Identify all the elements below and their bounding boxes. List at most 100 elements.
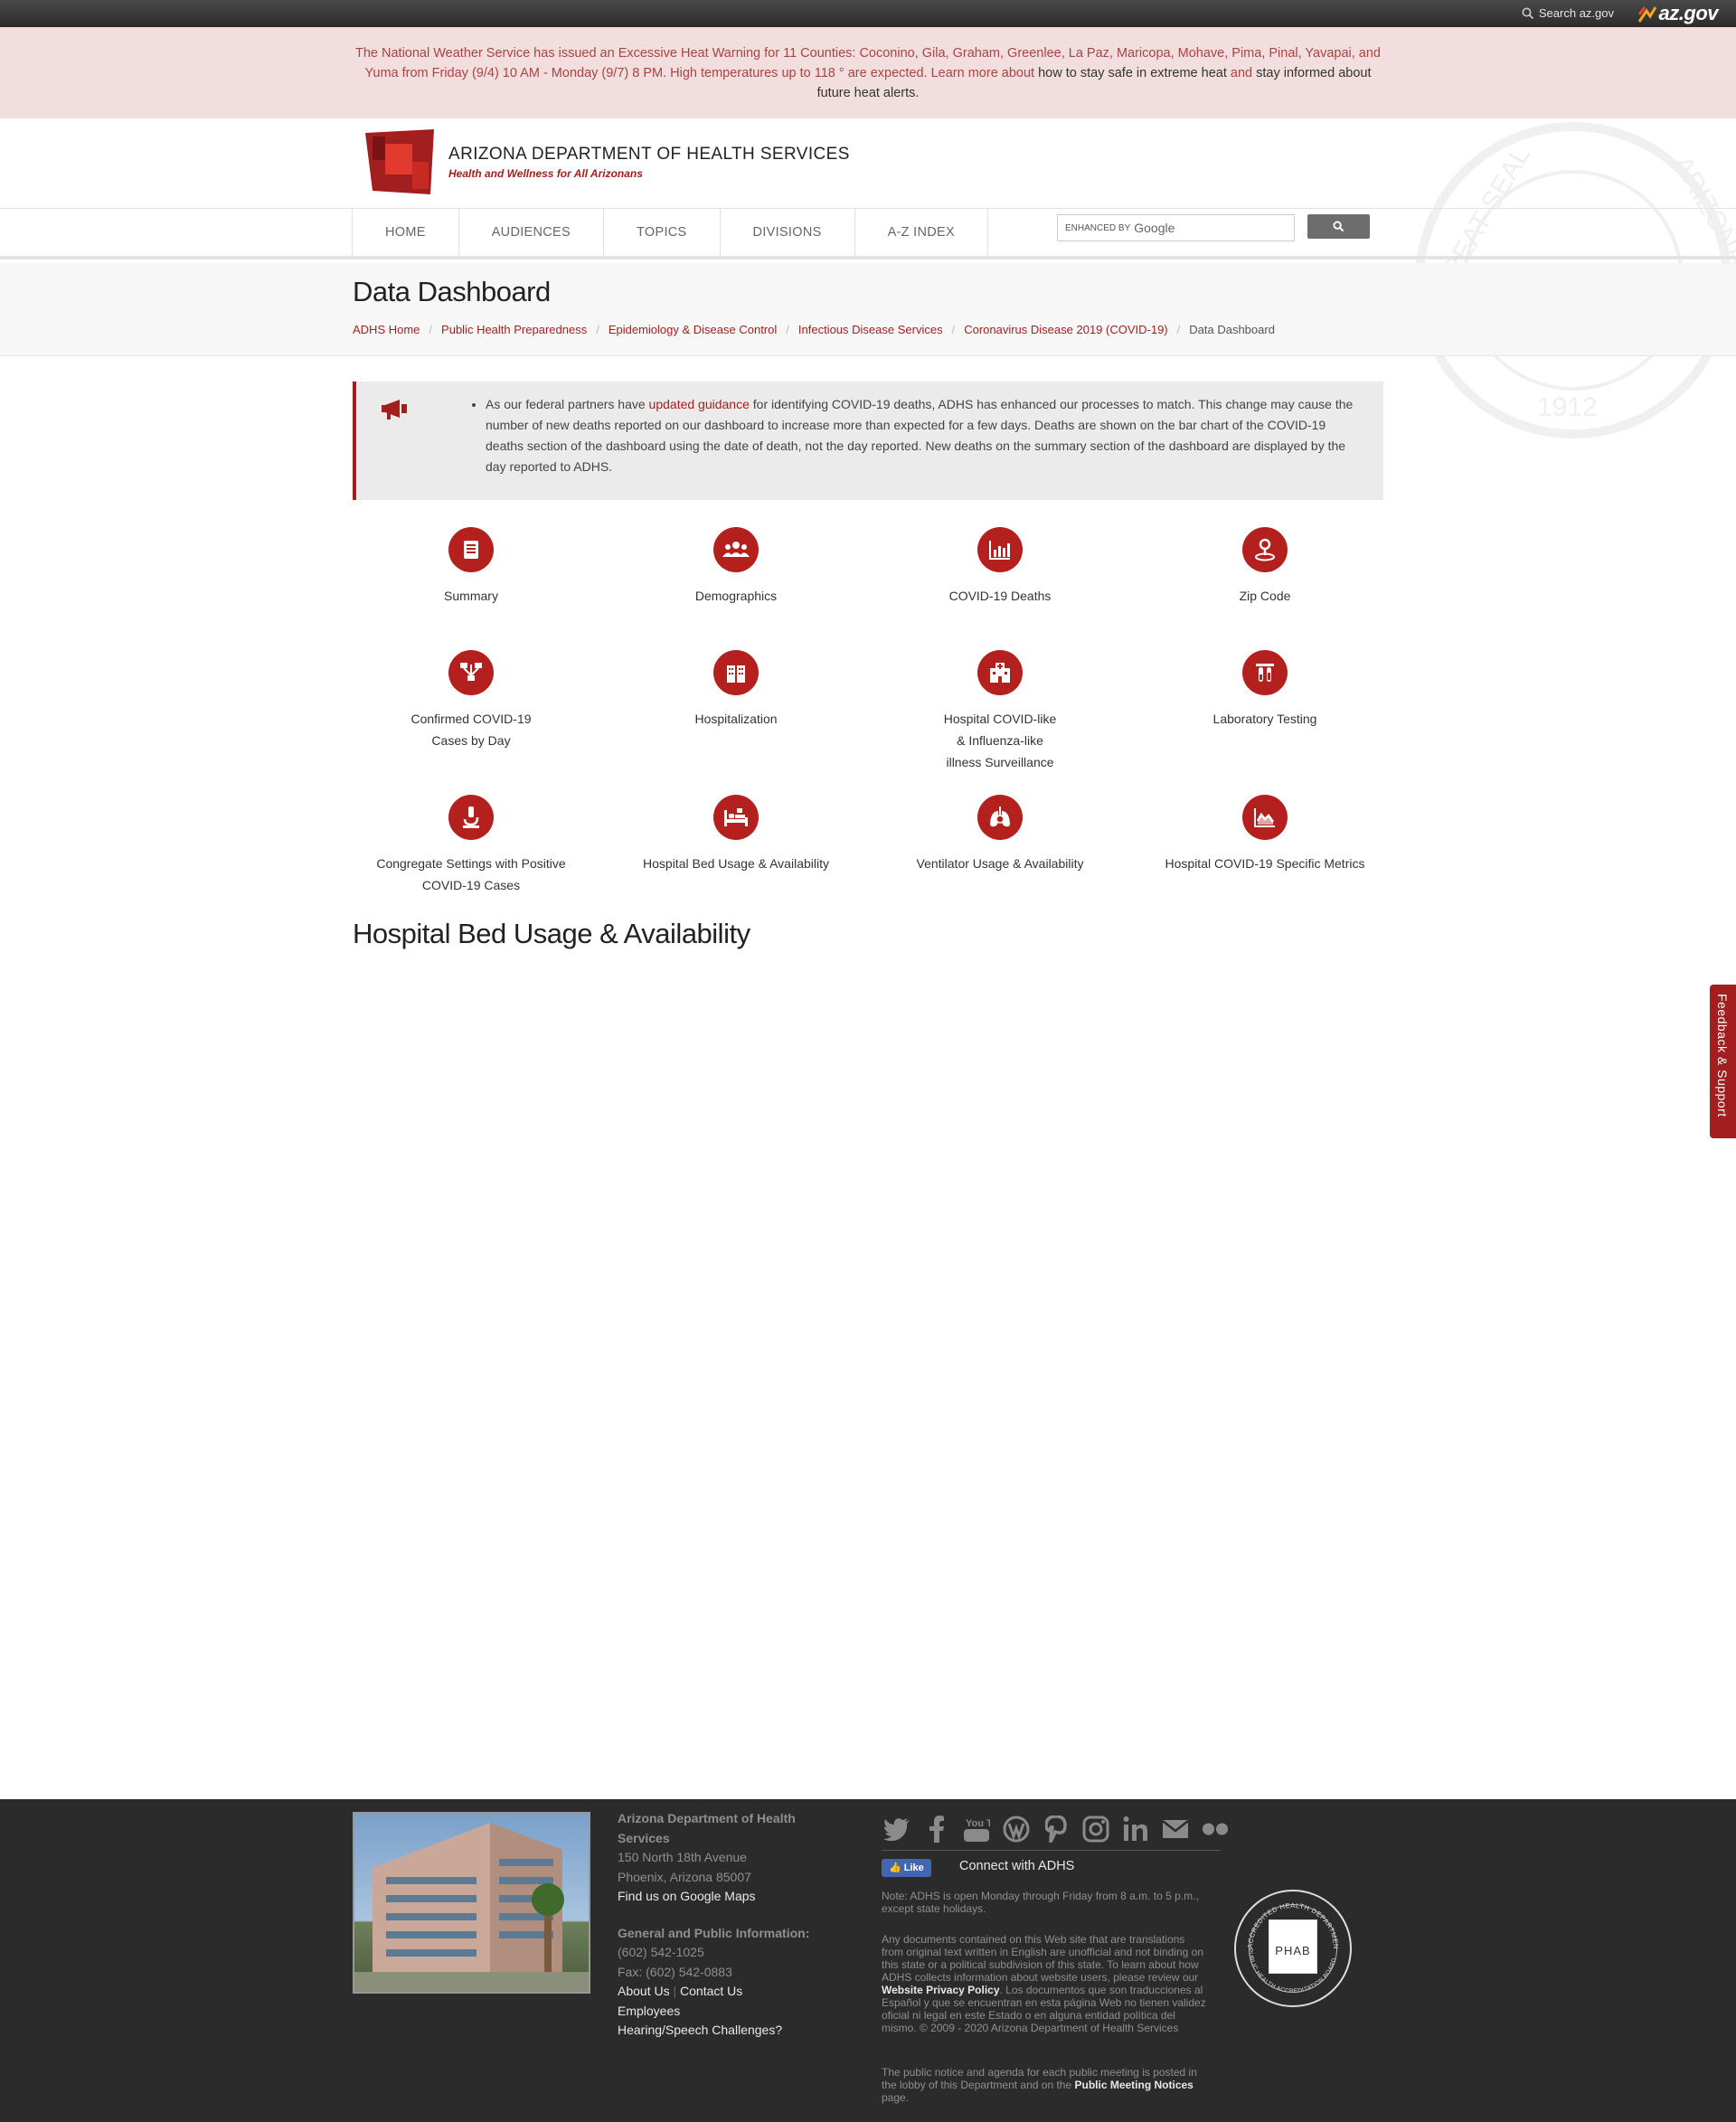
- twitter-icon[interactable]: [883, 1815, 910, 1843]
- nav-topics[interactable]: TOPICS: [604, 209, 721, 256]
- hospital-bed-icon: [713, 795, 759, 840]
- notice-text-pre: As our federal partners have: [486, 397, 646, 411]
- tile-ventilator-usage[interactable]: Ventilator Usage & Availability: [892, 795, 1109, 874]
- notice-item: As our federal partners have updated gui…: [486, 394, 1363, 477]
- tile-congregate-settings[interactable]: Congregate Settings with Positive COVID-…: [363, 795, 580, 896]
- clinic-icon: [977, 650, 1023, 695]
- pinterest-icon[interactable]: [1043, 1815, 1070, 1843]
- location-pin-icon: [1242, 527, 1288, 572]
- trend-chart-icon: [1242, 795, 1288, 840]
- tile-label: Hospital Bed Usage & Availability: [643, 856, 829, 871]
- extreme-heat-link[interactable]: how to stay safe in extreme heat: [1038, 66, 1227, 80]
- adhs-logo-mark-icon: [365, 129, 434, 194]
- footer-public-notice: The public notice and agenda for each pu…: [882, 2066, 1207, 2104]
- az-gov-logo-text: az.gov: [1658, 2, 1719, 24]
- breadcrumb-public-health-preparedness[interactable]: Public Health Preparedness: [441, 323, 587, 336]
- tile-hospital-bed-usage[interactable]: Hospital Bed Usage & Availability: [627, 795, 844, 874]
- tile-label-line-3: illness Surveillance: [946, 755, 1054, 769]
- az-gov-logo[interactable]: az.gov: [1637, 2, 1719, 25]
- tile-zip-code[interactable]: Zip Code: [1156, 527, 1373, 607]
- seal-year: 1912: [1537, 392, 1598, 422]
- nav-a-z-index[interactable]: A-Z INDEX: [855, 209, 988, 256]
- search-icon: [1333, 221, 1344, 232]
- thumbs-up-icon: 👍: [889, 1863, 901, 1873]
- adhs-logo[interactable]: ARIZONA DEPARTMENT OF HEALTH SERVICES He…: [363, 129, 850, 194]
- nav-home[interactable]: HOME: [353, 209, 459, 256]
- tile-demographics[interactable]: Demographics: [627, 527, 844, 607]
- tile-covid-deaths[interactable]: COVID-19 Deaths: [892, 527, 1109, 607]
- feedback-support-tab[interactable]: Feedback & Support: [1710, 985, 1736, 1138]
- phab-accreditation-seal[interactable]: ACCREDITED HEALTH DEPARTMENT PUBLIC HEAL…: [1234, 1890, 1352, 2007]
- hearing-speech-link[interactable]: Hearing/Speech Challenges?: [618, 2023, 782, 2037]
- tile-label-line-2: Cases by Day: [431, 733, 511, 748]
- contact-us-link[interactable]: Contact Us: [680, 1984, 742, 1998]
- breadcrumb-separator: /: [429, 323, 433, 336]
- linkedin-icon[interactable]: [1122, 1815, 1149, 1843]
- tile-summary[interactable]: Summary: [363, 527, 580, 607]
- heat-warning-alert: The National Weather Service has issued …: [0, 27, 1736, 118]
- footer-phone: (602) 542-1025: [618, 1945, 704, 1959]
- tile-hospital-specific-metrics[interactable]: Hospital COVID-19 Specific Metrics: [1156, 795, 1373, 874]
- tile-label-line-1: Hospital COVID-like: [943, 712, 1057, 726]
- employees-link[interactable]: Employees: [618, 2004, 680, 2018]
- megaphone-icon: [382, 400, 407, 420]
- tile-hospitalization[interactable]: Hospitalization: [627, 650, 844, 730]
- breadcrumb-epidemiology[interactable]: Epidemiology & Disease Control: [609, 323, 777, 336]
- nav-divisions[interactable]: DIVISIONS: [721, 209, 855, 256]
- az-search-label: Search az.gov: [1538, 6, 1614, 20]
- az-search-link[interactable]: Search az.gov: [1522, 6, 1614, 20]
- phab-logo-box: PHAB: [1269, 1919, 1317, 1974]
- tile-label: Summary: [444, 589, 498, 603]
- tile-label: Hospitalization: [694, 712, 778, 726]
- footer-hours-note: Note: ADHS is open Monday through Friday…: [882, 1890, 1199, 1915]
- tile-label-line-2: & Influenza-like: [957, 733, 1043, 748]
- facebook-icon[interactable]: [923, 1815, 950, 1843]
- about-us-link[interactable]: About Us: [618, 1984, 670, 1998]
- wordpress-icon[interactable]: [1003, 1815, 1030, 1843]
- breadcrumb-separator: /: [786, 323, 789, 336]
- youtube-icon[interactable]: You Tube: [963, 1815, 990, 1843]
- instagram-icon[interactable]: [1082, 1815, 1109, 1843]
- social-divider: [882, 1850, 1221, 1851]
- main-nav: HOME AUDIENCES TOPICS DIVISIONS A-Z INDE…: [0, 208, 1736, 259]
- tile-hospital-ili-surveillance[interactable]: Hospital COVID-like & Influenza-like ill…: [892, 650, 1109, 773]
- email-icon[interactable]: [1162, 1815, 1189, 1843]
- bar-chart-icon: [977, 527, 1023, 572]
- facebook-like-button[interactable]: 👍 Like: [882, 1859, 931, 1877]
- connect-with-adhs: Connect with ADHS: [959, 1859, 1075, 1873]
- google-search-input[interactable]: ENHANCED BY Google: [1057, 214, 1295, 241]
- lungs-icon: [977, 795, 1023, 840]
- az-sun-icon: [1637, 6, 1656, 23]
- phab-text: PHAB: [1275, 1944, 1311, 1957]
- breadcrumb-covid-19[interactable]: Coronavirus Disease 2019 (COVID-19): [964, 323, 1167, 336]
- breadcrumb-adhs-home[interactable]: ADHS Home: [353, 323, 420, 336]
- agency-name: ARIZONA DEPARTMENT OF HEALTH SERVICES: [448, 144, 850, 164]
- tile-label: Hospital COVID-like & Influenza-like ill…: [892, 708, 1109, 773]
- breadcrumb-infectious-disease[interactable]: Infectious Disease Services: [798, 323, 943, 336]
- search-icon: [1522, 7, 1534, 19]
- privacy-policy-link[interactable]: Website Privacy Policy: [882, 1984, 1000, 1996]
- flickr-icon[interactable]: [1202, 1815, 1229, 1843]
- footer-disclaimer: Any documents contained on this Web site…: [882, 1933, 1207, 2034]
- google-maps-link[interactable]: Find us on Google Maps: [618, 1889, 756, 1903]
- footer-info-heading: General and Public Information:: [618, 1925, 810, 1940]
- site-footer: Arizona Department of Health Services 15…: [0, 1799, 1736, 2122]
- google-search-button[interactable]: [1307, 214, 1370, 239]
- disclaimer-text-pre: Any documents contained on this Web site…: [882, 1933, 1203, 1984]
- tile-confirmed-cases-by-day[interactable]: Confirmed COVID-19 Cases by Day: [363, 650, 580, 751]
- tile-label: Congregate Settings with Positive COVID-…: [363, 853, 580, 896]
- breadcrumb-separator: /: [596, 323, 599, 336]
- public-meeting-notices-label: Public Meeting Notices: [1074, 2079, 1194, 2091]
- social-links: You Tube: [883, 1815, 1229, 1843]
- updated-guidance-link[interactable]: updated guidance: [649, 397, 750, 411]
- nav-audiences[interactable]: AUDIENCES: [459, 209, 605, 256]
- search-enhanced-by: ENHANCED BY: [1065, 222, 1131, 233]
- footer-contact: Arizona Department of Health Services 15…: [618, 1809, 826, 2041]
- network-icon: [448, 650, 494, 695]
- heat-warning-and: and: [1230, 65, 1253, 80]
- tile-laboratory-testing[interactable]: Laboratory Testing: [1156, 650, 1373, 730]
- public-meeting-notices-link[interactable]: Public Meeting Notices: [1074, 2079, 1193, 2091]
- tile-label-line-1: Congregate Settings with Positive: [376, 856, 566, 871]
- breadcrumb-separator: /: [1176, 323, 1181, 336]
- hospital-building-icon: [713, 650, 759, 695]
